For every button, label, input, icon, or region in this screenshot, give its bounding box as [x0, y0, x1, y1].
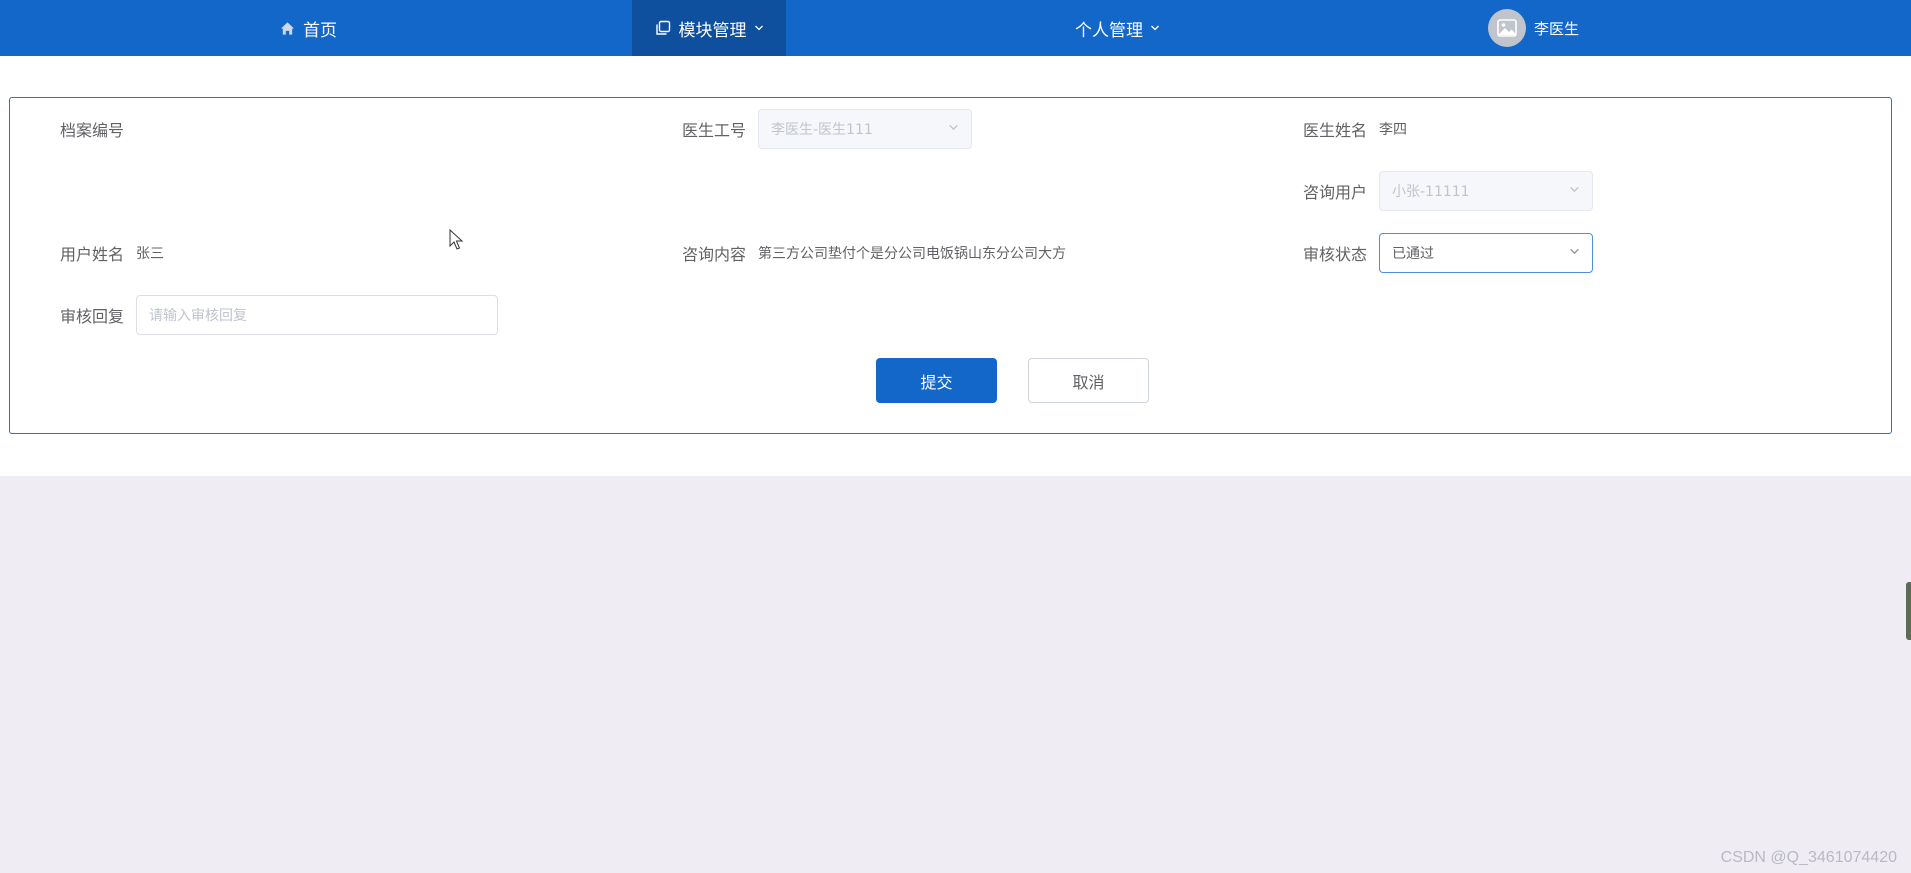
user-name: 李医生	[1534, 19, 1580, 38]
field-review-status: 审核状态 已通过	[1291, 233, 1593, 273]
doctor-name-label: 医生姓名	[1302, 121, 1367, 140]
user-name-value: 张三	[136, 246, 164, 262]
consultation-form: 档案编号 医生工号 李医生-医生111 医生姓名 李四 咨询用户 小张-1111…	[9, 97, 1892, 434]
archive-no-label: 档案编号	[59, 121, 124, 140]
copy-icon	[655, 20, 671, 36]
consult-content-value: 第三方公司垫付个是分公司电饭锅山东分公司大方	[758, 246, 1066, 262]
field-review-reply: 审核回复 请输入审核回复	[48, 295, 498, 335]
doctor-name-value: 李四	[1379, 122, 1407, 138]
doctor-id-value: 李医生-医生111	[771, 122, 873, 138]
consult-content-label: 咨询内容	[681, 245, 746, 264]
nav-home-label: 首页	[303, 20, 337, 41]
doctor-id-label: 医生工号	[681, 121, 746, 140]
review-status-value: 已通过	[1392, 246, 1434, 262]
review-status-select[interactable]: 已通过	[1379, 233, 1593, 273]
top-navbar: 首页 模块管理 个人管理 李医生	[0, 0, 1911, 56]
nav-module-management[interactable]: 模块管理	[632, 0, 786, 56]
field-doctor-id: 医生工号 李医生-医生111	[670, 109, 972, 149]
cancel-button[interactable]: 取消	[1028, 358, 1149, 403]
field-user-name: 用户姓名 张三	[48, 233, 164, 273]
side-scroll-handle[interactable]	[1906, 582, 1911, 640]
watermark: CSDN @Q_3461074420	[1720, 849, 1897, 866]
field-consult-content: 咨询内容 第三方公司垫付个是分公司电饭锅山东分公司大方	[670, 233, 1066, 273]
chevron-down-icon	[1150, 23, 1160, 33]
consult-user-label: 咨询用户	[1302, 183, 1367, 202]
consult-user-select[interactable]: 小张-11111	[1379, 171, 1593, 211]
field-archive-no: 档案编号	[48, 109, 136, 149]
mouse-cursor-icon	[449, 228, 464, 255]
nav-module-label: 模块管理	[678, 20, 747, 41]
chevron-down-icon	[948, 121, 959, 137]
image-icon	[1497, 19, 1517, 37]
chevron-down-icon	[754, 23, 764, 33]
field-doctor-name: 医生姓名 李四	[1291, 109, 1407, 149]
nav-personal-label: 个人管理	[1075, 20, 1143, 41]
field-consult-user: 咨询用户 小张-11111	[1291, 171, 1593, 211]
user-menu[interactable]: 李医生	[1488, 0, 1579, 56]
doctor-id-select[interactable]: 李医生-医生111	[758, 109, 972, 149]
chevron-down-icon	[1569, 183, 1580, 199]
submit-button[interactable]: 提交	[876, 358, 997, 403]
review-reply-placeholder: 请输入审核回复	[149, 308, 247, 324]
nav-personal-management[interactable]: 个人管理	[1075, 0, 1160, 56]
consult-user-value: 小张-11111	[1392, 184, 1470, 200]
nav-home[interactable]: 首页	[280, 0, 337, 56]
user-name-label: 用户姓名	[59, 245, 124, 264]
cancel-label: 取消	[1072, 372, 1105, 392]
review-reply-label: 审核回复	[59, 307, 124, 326]
chevron-down-icon	[1569, 245, 1580, 261]
home-icon	[280, 21, 295, 36]
avatar	[1488, 9, 1526, 47]
review-reply-input[interactable]: 请输入审核回复	[136, 295, 498, 335]
review-status-label: 审核状态	[1302, 245, 1367, 264]
submit-label: 提交	[920, 372, 953, 392]
